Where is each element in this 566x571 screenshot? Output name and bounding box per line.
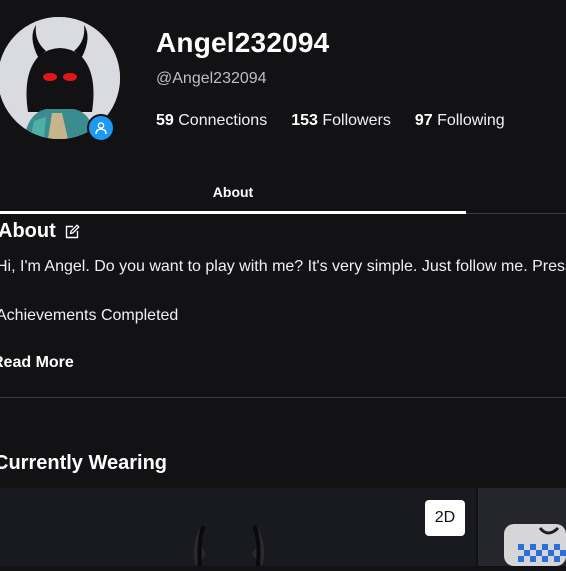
username-handle: @Angel232094: [156, 70, 267, 87]
item-thumbnail-image: [504, 524, 566, 566]
user-icon: [95, 122, 107, 135]
avatar-preview-panel: [0, 488, 476, 567]
about-heading: About: [0, 220, 80, 243]
tab-about[interactable]: About: [0, 170, 466, 214]
tab-active-indicator: [0, 211, 466, 214]
wearing-item-thumbnail[interactable]: [478, 488, 566, 566]
display-name: Angel232094: [156, 27, 330, 58]
edit-icon[interactable]: [64, 224, 80, 240]
stat-connections[interactable]: 59 Connections: [156, 112, 267, 130]
currently-wearing-heading: Currently Wearing: [0, 452, 167, 474]
about-title: About: [0, 220, 56, 242]
read-more-link[interactable]: Read More: [0, 354, 74, 372]
presence-badge: [87, 114, 115, 142]
about-bio: Hi, I'm Angel. Do you want to play with …: [0, 258, 566, 275]
stat-count: 97: [414, 112, 433, 129]
stat-count: 59: [156, 112, 174, 129]
tab-divider: [466, 213, 566, 214]
section-divider: [0, 397, 566, 398]
stat-label: Followers: [322, 112, 391, 129]
stat-label: Connections: [178, 112, 268, 129]
stat-count: 153: [291, 112, 318, 129]
stat-following[interactable]: 97 Following: [415, 112, 505, 130]
stat-followers[interactable]: 153 Followers: [291, 112, 391, 130]
stat-label: Following: [437, 112, 505, 129]
avatar-preview-image: [193, 525, 265, 567]
about-achievements: Achievements Completed: [0, 307, 179, 324]
profile-stats: 59 Connections 153 Followers 97 Followin…: [156, 112, 505, 130]
view-2d-button[interactable]: 2D: [425, 500, 465, 536]
